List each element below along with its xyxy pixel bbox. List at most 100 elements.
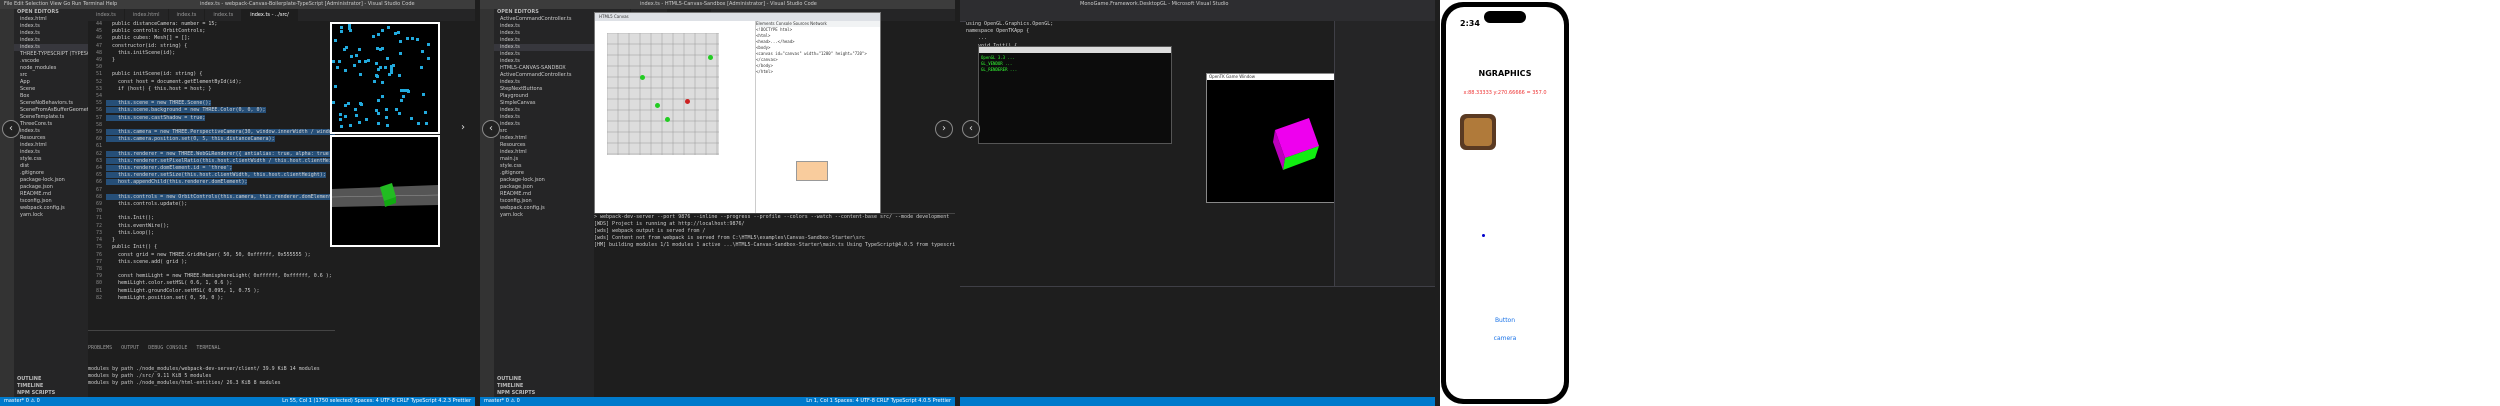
explorer-item[interactable]: README.md — [494, 191, 594, 198]
explorer-item[interactable]: package-lock.json — [14, 177, 88, 184]
explorer-item[interactable]: SceneNoBehaviors.ts — [14, 100, 88, 107]
explorer-item[interactable]: index.ts — [494, 121, 594, 128]
devtools-tab[interactable]: Elements — [756, 21, 776, 26]
explorer-item[interactable]: package.json — [14, 184, 88, 191]
explorer-item[interactable]: tsconfig.json — [494, 198, 594, 205]
explorer-item[interactable]: tsconfig.json — [14, 198, 88, 205]
explorer-item[interactable]: index.html — [494, 135, 594, 142]
explorer-item[interactable]: index.ts — [494, 107, 594, 114]
status-left[interactable]: master* 0 ⚠ 0 — [4, 398, 40, 404]
explorer-item[interactable]: index.ts — [494, 44, 594, 51]
dom-node[interactable]: </html> — [756, 69, 880, 75]
terminal-tab[interactable]: OUTPUT — [121, 345, 148, 351]
explorer-item[interactable]: index.ts — [14, 44, 88, 51]
explorer-item[interactable]: HTML5-CANVAS-SANDBOX — [494, 65, 594, 72]
outline-section[interactable]: OUTLINE — [14, 376, 88, 383]
explorer-item[interactable]: StepNextButtons — [494, 86, 594, 93]
menu-item[interactable]: File — [4, 1, 14, 7]
terminal-panel[interactable]: > webpack-dev-server --port 9876 --inlin… — [594, 213, 955, 397]
devtools-tab[interactable]: Sources — [793, 21, 810, 26]
editor-tab[interactable]: index.ts - ../src/ — [242, 9, 298, 21]
status-left[interactable]: master* 0 ⚠ 0 — [484, 398, 520, 404]
explorer-item[interactable]: index.ts — [494, 51, 594, 58]
explorer-item[interactable]: src — [14, 72, 88, 79]
terminal-tab[interactable]: PROBLEMS — [88, 345, 121, 351]
menu-item[interactable]: Edit — [14, 1, 25, 7]
explorer-item[interactable]: SimpleCanvas — [494, 100, 594, 107]
explorer-item[interactable]: main.js — [494, 156, 594, 163]
explorer-item[interactable]: index.html — [14, 142, 88, 149]
explorer-item[interactable]: style.css — [14, 156, 88, 163]
explorer-item[interactable]: style.css — [494, 163, 594, 170]
menu-item[interactable]: Selection — [25, 1, 50, 7]
timeline-section[interactable]: TIMELINE — [14, 383, 88, 390]
editor-tab[interactable]: index.ts — [169, 9, 206, 21]
terminal-tab[interactable]: DEBUG CONSOLE — [148, 345, 196, 351]
explorer-item[interactable]: index.ts — [14, 37, 88, 44]
explorer-item[interactable]: ActiveCommandController.ts — [494, 72, 594, 79]
terminal-tab[interactable]: TERMINAL — [196, 345, 229, 351]
explorer-item[interactable]: webpack.config.js — [14, 205, 88, 212]
timeline-section[interactable]: TIMELINE — [494, 383, 594, 390]
devtools-panel[interactable]: Elements Console Sources Network <!DOCTY… — [755, 21, 880, 213]
explorer-item[interactable]: index.html — [14, 16, 88, 23]
explorer-item[interactable]: index.ts — [14, 30, 88, 37]
next-arrow-button[interactable]: › — [935, 120, 953, 138]
explorer-item[interactable]: index.ts — [494, 37, 594, 44]
explorer-item[interactable]: App — [14, 79, 88, 86]
npm-scripts-section[interactable]: NPM SCRIPTS — [494, 390, 594, 397]
draggable-box[interactable] — [1460, 114, 1496, 150]
explorer-item[interactable]: Resources — [14, 135, 88, 142]
code-editor[interactable]: 44 public distanceCamera: number = 15; 45… — [88, 21, 335, 330]
outline-section[interactable]: OUTLINE — [494, 376, 594, 383]
explorer-item[interactable]: index.html — [494, 149, 594, 156]
next-arrow-button[interactable]: › — [455, 120, 471, 136]
menu-item[interactable]: Go — [63, 1, 72, 7]
explorer-item[interactable]: THREE-TYPESCRIPT (TYPESCRIPT STARTER) — [14, 51, 88, 58]
explorer-item[interactable]: dist — [14, 163, 88, 170]
explorer-item[interactable]: index.ts — [14, 128, 88, 135]
editor-tab[interactable]: index.ts — [88, 9, 125, 21]
menu-item[interactable]: Run — [72, 1, 83, 7]
menu-item[interactable]: View — [50, 1, 63, 7]
explorer-item[interactable]: README.md — [14, 191, 88, 198]
explorer-item[interactable]: Playground — [494, 93, 594, 100]
menu-item[interactable]: Help — [106, 1, 117, 7]
explorer-item[interactable]: yarn.lock — [14, 212, 88, 219]
explorer-item[interactable]: node_modules — [14, 65, 88, 72]
terminal-panel[interactable]: PROBLEMS OUTPUT DEBUG CONSOLE TERMINAL m… — [88, 330, 335, 397]
devtools-tab[interactable]: Network — [810, 21, 827, 26]
explorer-item[interactable]: index.ts — [494, 114, 594, 121]
explorer-item[interactable]: Resources — [494, 142, 594, 149]
devtools-tab[interactable]: Console — [776, 21, 793, 26]
prev-arrow-button[interactable]: ‹ — [2, 120, 20, 138]
prev-arrow-button[interactable]: ‹ — [482, 120, 500, 138]
explorer-item[interactable]: index.ts — [494, 30, 594, 37]
editor-tab[interactable]: index.html — [125, 9, 169, 21]
explorer-item[interactable]: SceneFromAsBufferGeometry.ts — [14, 107, 88, 114]
editor-tab[interactable]: index.ts — [205, 9, 243, 21]
npm-scripts-section[interactable]: NPM SCRIPTS — [14, 390, 88, 397]
explorer-item[interactable]: index.ts — [494, 23, 594, 30]
explorer-item[interactable]: package.json — [494, 184, 594, 191]
camera-button[interactable]: camera — [1446, 335, 1564, 342]
explorer-item[interactable]: ActiveCommandController.ts — [494, 16, 594, 23]
explorer-item[interactable]: .gitignore — [14, 170, 88, 177]
explorer-item[interactable]: index.ts — [14, 149, 88, 156]
explorer-item[interactable]: SceneTemplate.ts — [14, 114, 88, 121]
menu-item[interactable]: Terminal — [83, 1, 106, 7]
explorer-item[interactable]: .vscode — [14, 58, 88, 65]
explorer-item[interactable]: .gitignore — [494, 170, 594, 177]
button[interactable]: Button — [1446, 317, 1564, 324]
prev-arrow-button[interactable]: ‹ — [962, 120, 980, 138]
explorer-item[interactable]: index.ts — [494, 58, 594, 65]
explorer-item[interactable]: index.ts — [494, 79, 594, 86]
explorer-item[interactable]: ThreeCore.ts — [14, 121, 88, 128]
dom-node[interactable]: <canvas id="canvas" width="1280" height=… — [756, 51, 880, 63]
explorer-item[interactable]: webpack.config.js — [494, 205, 594, 212]
menu-file[interactable]: File Edit Selection View Go Run Terminal… — [0, 1, 117, 7]
browser-tab[interactable]: HTML5 Canvas — [595, 13, 880, 21]
explorer-item[interactable]: Scene — [14, 86, 88, 93]
explorer-item[interactable]: index.ts — [14, 23, 88, 30]
explorer-item[interactable]: yarn.lock — [494, 212, 594, 219]
